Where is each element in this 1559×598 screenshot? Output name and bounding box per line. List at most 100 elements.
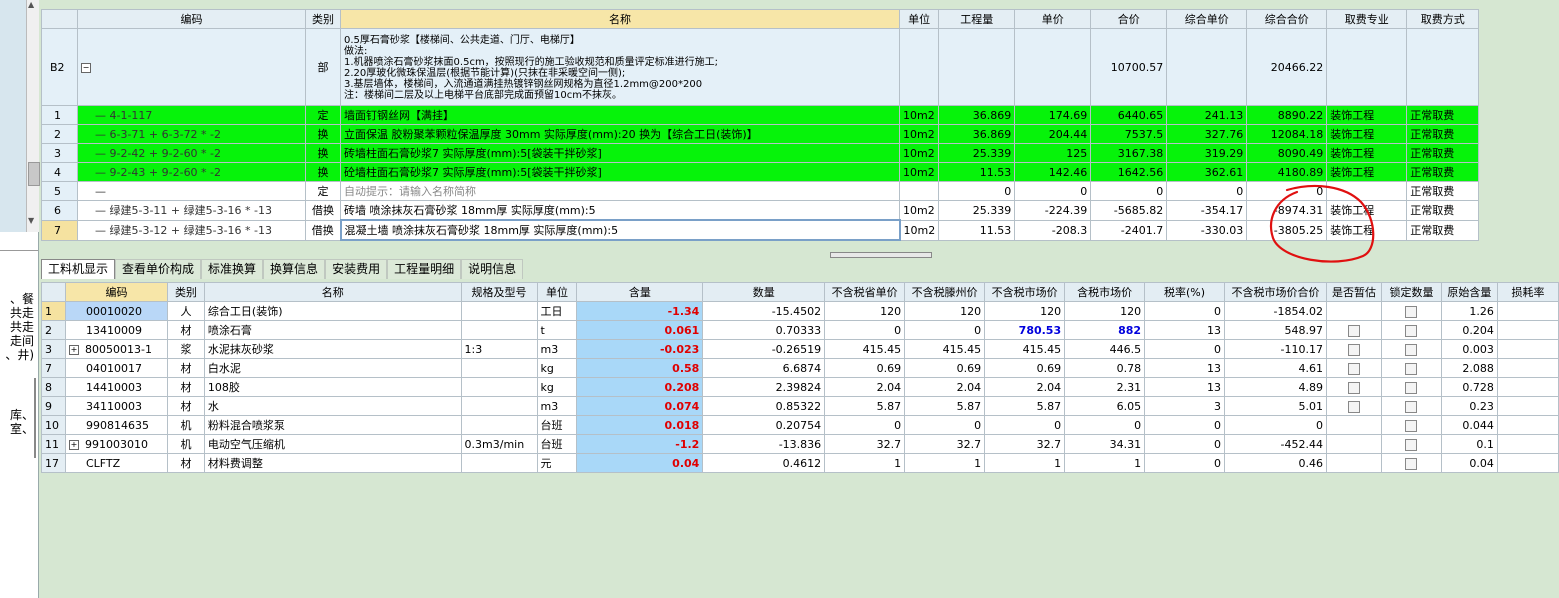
- row-spec[interactable]: 1:3: [460, 339, 538, 359]
- row-code[interactable]: CLFTZ: [64, 453, 168, 473]
- scroll-down-icon[interactable]: ▼: [28, 216, 34, 225]
- row-method[interactable]: 正常取费: [1406, 105, 1480, 125]
- row-name-hint[interactable]: 自动提示：请输入名称简称: [340, 181, 900, 201]
- row-province-price[interactable]: 120: [824, 301, 906, 321]
- row-market-price[interactable]: 5.87: [984, 396, 1066, 416]
- tab-quantity-detail[interactable]: 工程量明细: [387, 259, 462, 279]
- table-row[interactable]: 8 14410003 材 108胶 kg 0.208 2.39824 2.04 2.04 2.04…: [41, 377, 1559, 397]
- estimate-checkbox[interactable]: [1347, 381, 1360, 394]
- row-lock-quantity[interactable]: [1380, 396, 1442, 416]
- row-loss-rate[interactable]: [1496, 301, 1559, 321]
- row-major[interactable]: 装饰工程: [1326, 124, 1408, 144]
- pane-splitter-handle[interactable]: [830, 252, 932, 258]
- header-unit[interactable]: 单位: [536, 282, 578, 302]
- row-is-estimate[interactable]: [1325, 377, 1382, 397]
- row-number[interactable]: 10: [41, 415, 66, 435]
- row-loss-rate[interactable]: [1496, 434, 1559, 454]
- lock-checkbox[interactable]: [1405, 419, 1418, 432]
- lock-checkbox[interactable]: [1405, 362, 1418, 375]
- header-comp-total[interactable]: 综合合价: [1246, 9, 1328, 29]
- row-qty[interactable]: 25.339: [938, 143, 1016, 163]
- row-loss-rate[interactable]: [1496, 358, 1559, 378]
- row-spec[interactable]: 0.3m3/min: [460, 434, 538, 454]
- table-row[interactable]: 9 34110003 材水 m3 0.074 0.85322 5.87 5.87 5.87 6.0…: [41, 396, 1559, 416]
- row-market-price-tax[interactable]: 34.31: [1064, 434, 1146, 454]
- row-lock-quantity[interactable]: [1380, 377, 1442, 397]
- row-market-price[interactable]: 120: [984, 301, 1066, 321]
- row-number[interactable]: 7: [41, 219, 78, 241]
- row-content[interactable]: 0.04: [576, 453, 704, 473]
- row-qty[interactable]: 36.869: [938, 124, 1016, 144]
- row-is-estimate[interactable]: [1325, 358, 1382, 378]
- row-market-price[interactable]: 415.45: [984, 339, 1066, 359]
- header-province-price[interactable]: 不含税省单价: [824, 282, 906, 302]
- row-tax-rate[interactable]: 0: [1144, 301, 1225, 321]
- row-number[interactable]: 9: [41, 396, 66, 416]
- header-loss-rate[interactable]: 损耗率: [1496, 282, 1559, 302]
- lock-checkbox[interactable]: [1405, 343, 1418, 356]
- row-market-price-tax[interactable]: 2.31: [1064, 377, 1146, 397]
- header-market-price[interactable]: 不含税市场价: [984, 282, 1066, 302]
- row-code[interactable]: — 6-3-71 + 6-3-72 * -2: [77, 124, 306, 144]
- lock-checkbox[interactable]: [1405, 400, 1418, 413]
- row-province-price[interactable]: 0: [824, 415, 906, 435]
- row-loss-rate[interactable]: [1496, 320, 1559, 340]
- row-tengzhou-price[interactable]: 0.69: [904, 358, 986, 378]
- row-method[interactable]: 正常取费: [1406, 162, 1480, 182]
- header-content[interactable]: 含量: [576, 282, 704, 302]
- header-tengzhou-price[interactable]: 不含税滕州价: [904, 282, 986, 302]
- estimate-checkbox[interactable]: [1347, 362, 1360, 375]
- table-row[interactable]: 7 04010017 材白水泥 kg 0.58 6.6874 0.69 0.69 0.69 0.7…: [41, 358, 1559, 378]
- estimate-checkbox[interactable]: [1347, 324, 1360, 337]
- row-code[interactable]: 990814635: [64, 415, 168, 435]
- tab-description[interactable]: 说明信息: [461, 259, 524, 279]
- row-market-price-tax[interactable]: 0.78: [1064, 358, 1146, 378]
- lock-checkbox[interactable]: [1405, 305, 1418, 318]
- row-content[interactable]: -0.023: [576, 339, 704, 359]
- row-spec[interactable]: [460, 453, 538, 473]
- row-province-price[interactable]: 32.7: [824, 434, 906, 454]
- left-scrollbar[interactable]: [26, 0, 40, 232]
- row-name[interactable]: 砼墙柱面石膏砂浆7 实际厚度(mm):5[袋装干拌砂浆]: [340, 162, 900, 182]
- row-name[interactable]: 粉料混合喷浆泵: [203, 415, 462, 435]
- row-name[interactable]: 立面保温 胶粉聚苯颗粒保温厚度 30mm 实际厚度(mm):20 换为【综合工日…: [340, 124, 900, 144]
- row-market-price[interactable]: 1: [984, 453, 1066, 473]
- row-content[interactable]: -1.34: [576, 301, 704, 321]
- row-code[interactable]: +80050013-1: [64, 339, 168, 359]
- row-tax-rate[interactable]: 13: [1144, 358, 1225, 378]
- row-tengzhou-price[interactable]: 120: [904, 301, 986, 321]
- row-number[interactable]: 5: [41, 181, 78, 201]
- row-is-estimate[interactable]: [1325, 453, 1382, 473]
- table-row[interactable]: 2 — 6-3-71 + 6-3-72 * -2 换 立面保温 胶粉聚苯颗粒保温…: [41, 124, 1480, 144]
- row-number[interactable]: 11: [41, 434, 66, 454]
- row-market-price-tax[interactable]: 882: [1064, 320, 1146, 340]
- row-code[interactable]: — 9-2-43 + 9-2-60 * -2: [77, 162, 306, 182]
- estimate-checkbox[interactable]: [1347, 400, 1360, 413]
- left-scrollbar-thumb[interactable]: [28, 162, 40, 186]
- row-qty[interactable]: 0: [938, 181, 1016, 201]
- row-tengzhou-price[interactable]: 1: [904, 453, 986, 473]
- row-content[interactable]: 0.061: [576, 320, 704, 340]
- row-province-price[interactable]: 5.87: [824, 396, 906, 416]
- header-tax-rate[interactable]: 税率(%): [1144, 282, 1225, 302]
- row-code[interactable]: — 绿建5-3-11 + 绿建5-3-16 * -13: [77, 200, 306, 221]
- row-is-estimate[interactable]: [1325, 301, 1382, 321]
- header-name[interactable]: 名称: [203, 282, 462, 302]
- table-row[interactable]: 5 — 定 自动提示：请输入名称简称 0 0 0 0 0 正常取费: [41, 181, 1480, 201]
- header-total[interactable]: 合价: [1090, 9, 1168, 29]
- row-loss-rate[interactable]: [1496, 396, 1559, 416]
- row-lock-quantity[interactable]: [1380, 434, 1442, 454]
- header-is-estimate[interactable]: 是否暂估: [1325, 282, 1382, 302]
- row-is-estimate[interactable]: [1325, 415, 1382, 435]
- tab-unit-price-composition[interactable]: 查看单价构成: [115, 259, 202, 279]
- row-name[interactable]: 白水泥: [203, 358, 462, 378]
- row-market-price[interactable]: 0.69: [984, 358, 1066, 378]
- lock-checkbox[interactable]: [1405, 457, 1418, 470]
- row-number[interactable]: 3: [41, 339, 66, 359]
- row-number[interactable]: 2: [41, 124, 78, 144]
- table-row[interactable]: 3 — 9-2-42 + 9-2-60 * -2 换 砖墙柱面石膏砂浆7 实际厚…: [41, 143, 1480, 163]
- row-province-price[interactable]: 0.69: [824, 358, 906, 378]
- row-is-estimate[interactable]: [1325, 339, 1382, 359]
- header-method[interactable]: 取费方式: [1406, 9, 1480, 29]
- row-loss-rate[interactable]: [1496, 339, 1559, 359]
